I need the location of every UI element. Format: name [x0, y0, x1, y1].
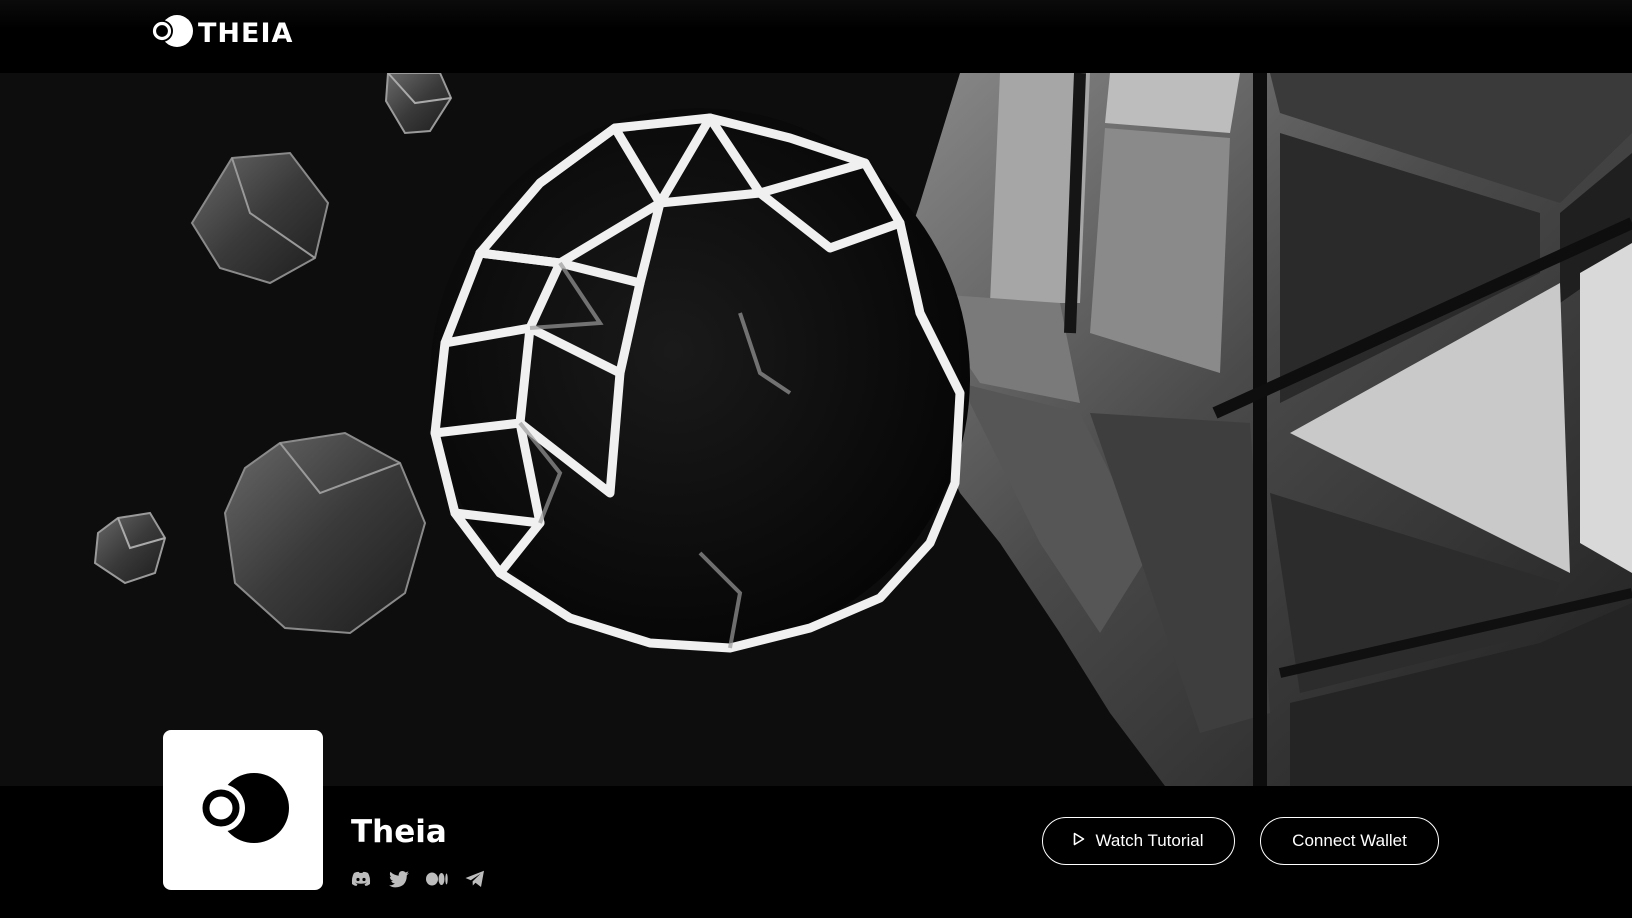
- hero-banner: [0, 73, 1632, 786]
- discord-icon[interactable]: [350, 868, 372, 890]
- connect-wallet-label: Connect Wallet: [1292, 831, 1407, 850]
- brand-wordmark: THEIA: [198, 17, 294, 49]
- project-title: Theia: [351, 814, 447, 850]
- geometric-spheres-artwork: [93, 73, 1632, 786]
- theia-logo-icon: [150, 14, 194, 53]
- watch-tutorial-button[interactable]: Watch Tutorial: [1042, 817, 1235, 865]
- polyhedron-lower-left: [223, 431, 427, 635]
- twitter-icon[interactable]: [388, 868, 410, 890]
- watch-tutorial-label: Watch Tutorial: [1095, 831, 1204, 850]
- theia-logo-icon: [197, 772, 289, 849]
- faceted-wall-shape: [880, 73, 1632, 786]
- brand-logo-link[interactable]: THEIA: [150, 14, 294, 53]
- connect-wallet-button[interactable]: Connect Wallet: [1260, 817, 1439, 865]
- wireframe-sphere: [430, 108, 970, 653]
- small-polyhedron-top: [384, 73, 453, 135]
- small-polyhedron-left: [93, 511, 167, 585]
- polyhedron-upper-left: [190, 151, 330, 285]
- play-icon: [1073, 831, 1085, 851]
- telegram-icon[interactable]: [464, 868, 486, 890]
- social-links: [350, 868, 486, 890]
- project-avatar: [163, 730, 323, 890]
- medium-icon[interactable]: [426, 868, 448, 890]
- top-navigation-bar: THEIA: [0, 0, 1632, 73]
